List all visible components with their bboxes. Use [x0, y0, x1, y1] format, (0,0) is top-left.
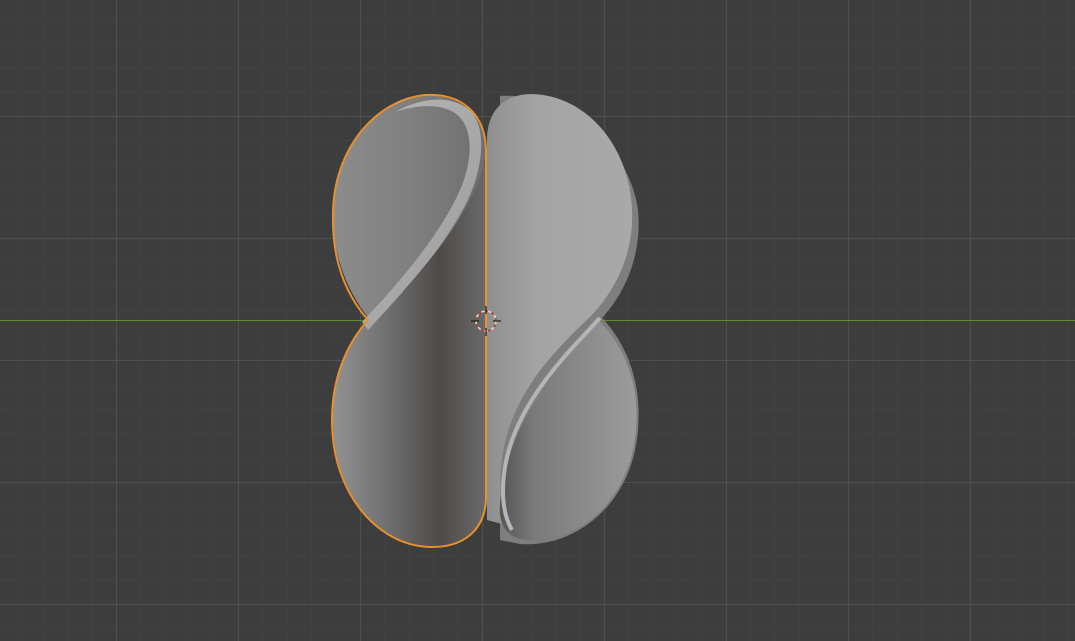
- 3d-cursor-icon[interactable]: [471, 306, 501, 336]
- left-mesh-object-selected[interactable]: [330, 93, 487, 549]
- model-view: [330, 93, 639, 549]
- right-mesh-object[interactable]: [487, 94, 639, 545]
- viewport-3d[interactable]: [0, 0, 1075, 641]
